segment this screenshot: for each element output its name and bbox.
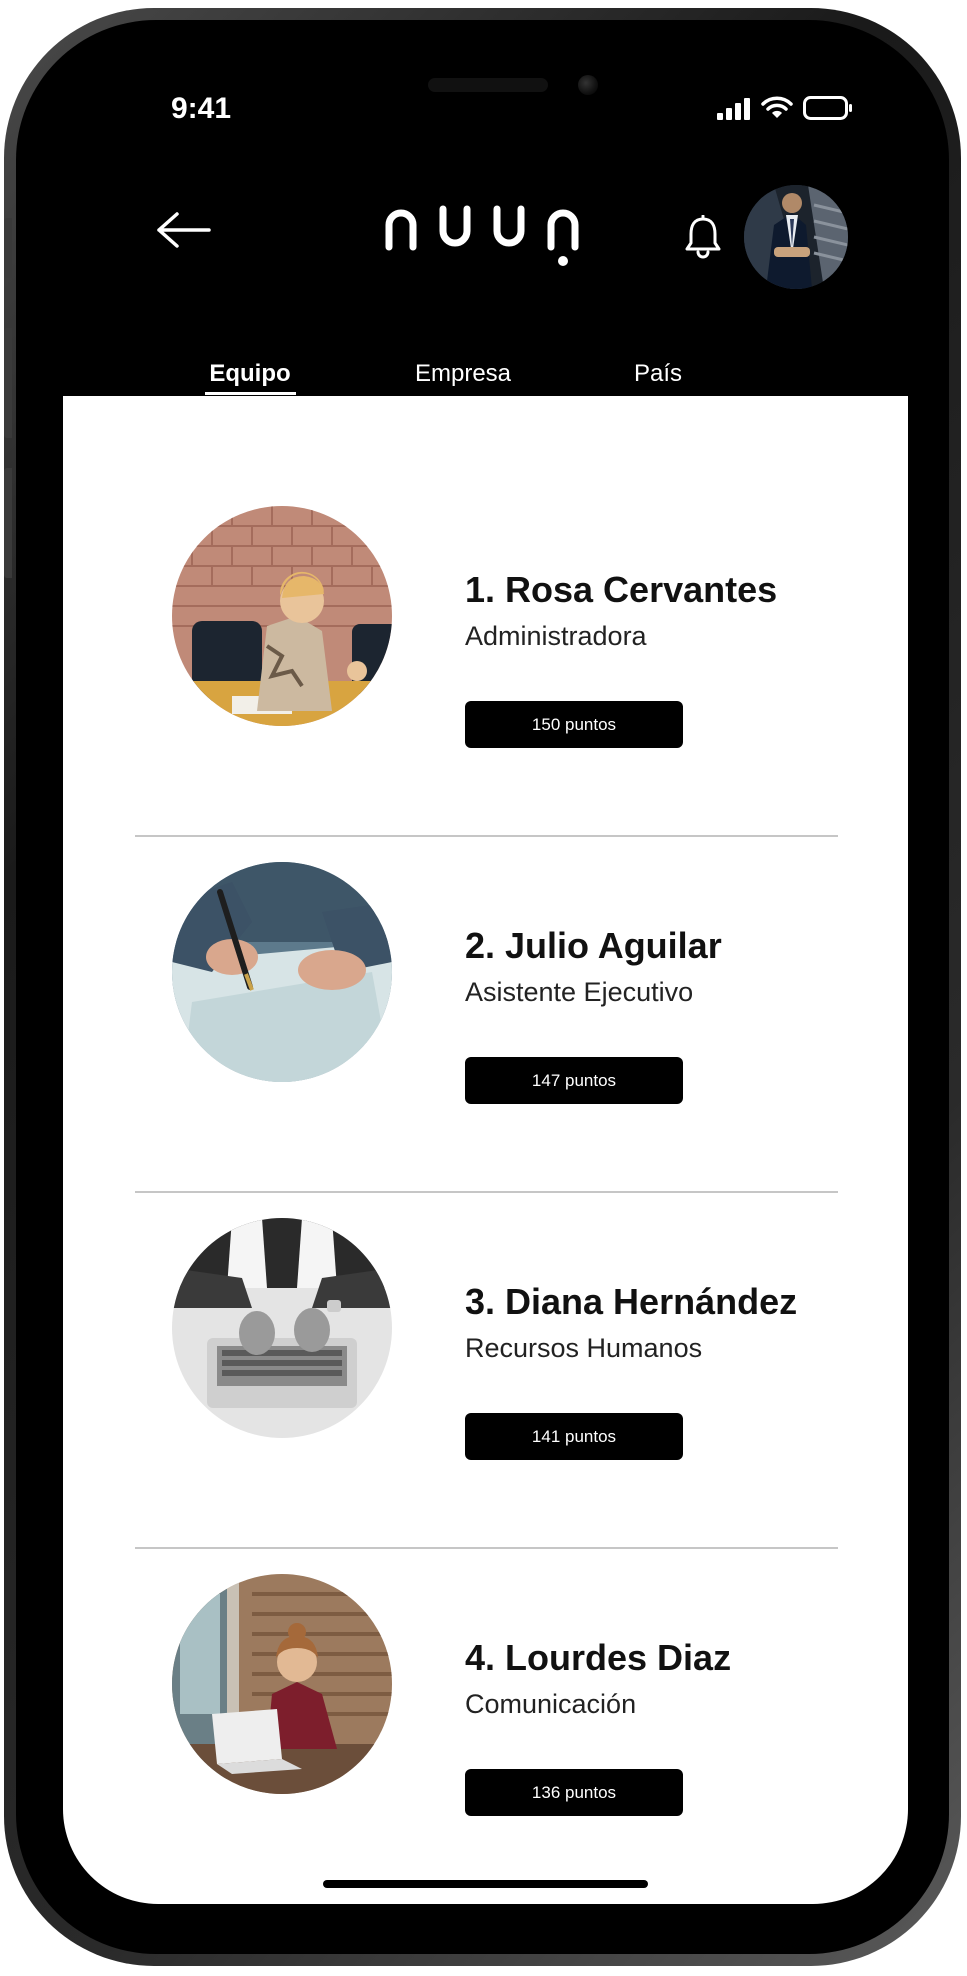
photo-office-meeting: [172, 506, 392, 726]
member-role: Administradora: [465, 621, 647, 651]
member-role: Asistente Ejecutivo: [465, 977, 694, 1007]
status-time: 9:41: [171, 92, 232, 125]
avatar-photo: [744, 185, 848, 289]
photo-typing-laptop: [172, 1218, 392, 1438]
user-avatar[interactable]: [744, 185, 848, 289]
member-photo: [172, 862, 392, 1082]
member-name: 4. Lourdes Diaz: [465, 1637, 732, 1678]
home-indicator[interactable]: [323, 1880, 648, 1888]
ranking-item[interactable]: 3. Diana Hernández Recursos Humanos 141 …: [63, 1108, 908, 1549]
earpiece-speaker: [428, 78, 548, 92]
app-screen: 9:41 Equipo Empresa País 1. Rosa Cervant…: [63, 40, 908, 1904]
member-photo: [172, 1218, 392, 1438]
nuup-logo: [385, 205, 579, 266]
ranking-item[interactable]: 1. Rosa Cervantes Administradora 150 pun…: [63, 396, 908, 837]
tab-equipo[interactable]: Equipo: [209, 360, 290, 388]
ranking-list: 1. Rosa Cervantes Administradora 150 pun…: [63, 396, 908, 1904]
volume-up-button: [4, 328, 12, 438]
active-tab-indicator: [205, 392, 296, 395]
photo-woman-laptop: [172, 1574, 392, 1794]
bell-icon[interactable]: [683, 215, 723, 259]
photo-signing-document: [172, 862, 392, 1082]
arrow-left-icon[interactable]: [155, 210, 213, 250]
member-name: 2. Julio Aguilar: [465, 925, 722, 966]
cellular-signal-icon: [717, 98, 750, 120]
volume-down-button: [4, 468, 12, 578]
member-role: Recursos Humanos: [465, 1333, 703, 1363]
member-role: Comunicación: [465, 1689, 637, 1719]
ranking-item[interactable]: 4. Lourdes Diaz Comunicación 136 puntos: [63, 1464, 908, 1820]
member-photo: [172, 506, 392, 726]
tab-empresa[interactable]: Empresa: [415, 360, 511, 388]
front-camera: [578, 75, 598, 95]
points-badge: 136 puntos: [465, 1769, 683, 1816]
mute-switch: [4, 218, 12, 278]
points-badge: 141 puntos: [465, 1413, 683, 1460]
tab-pais[interactable]: País: [634, 360, 682, 388]
status-icons: [717, 96, 853, 120]
member-name: 3. Diana Hernández: [465, 1281, 798, 1322]
member-name: 1. Rosa Cervantes: [465, 569, 778, 610]
device-mockup: 9:41 Equipo Empresa País 1. Rosa Cervant…: [0, 0, 967, 1976]
member-photo: [172, 1574, 392, 1794]
points-badge: 150 puntos: [465, 701, 683, 748]
ranking-item[interactable]: 2. Julio Aguilar Asistente Ejecutivo 147…: [63, 752, 908, 1193]
wifi-icon: [761, 96, 793, 118]
battery-icon: [803, 96, 852, 120]
points-badge: 147 puntos: [465, 1057, 683, 1104]
